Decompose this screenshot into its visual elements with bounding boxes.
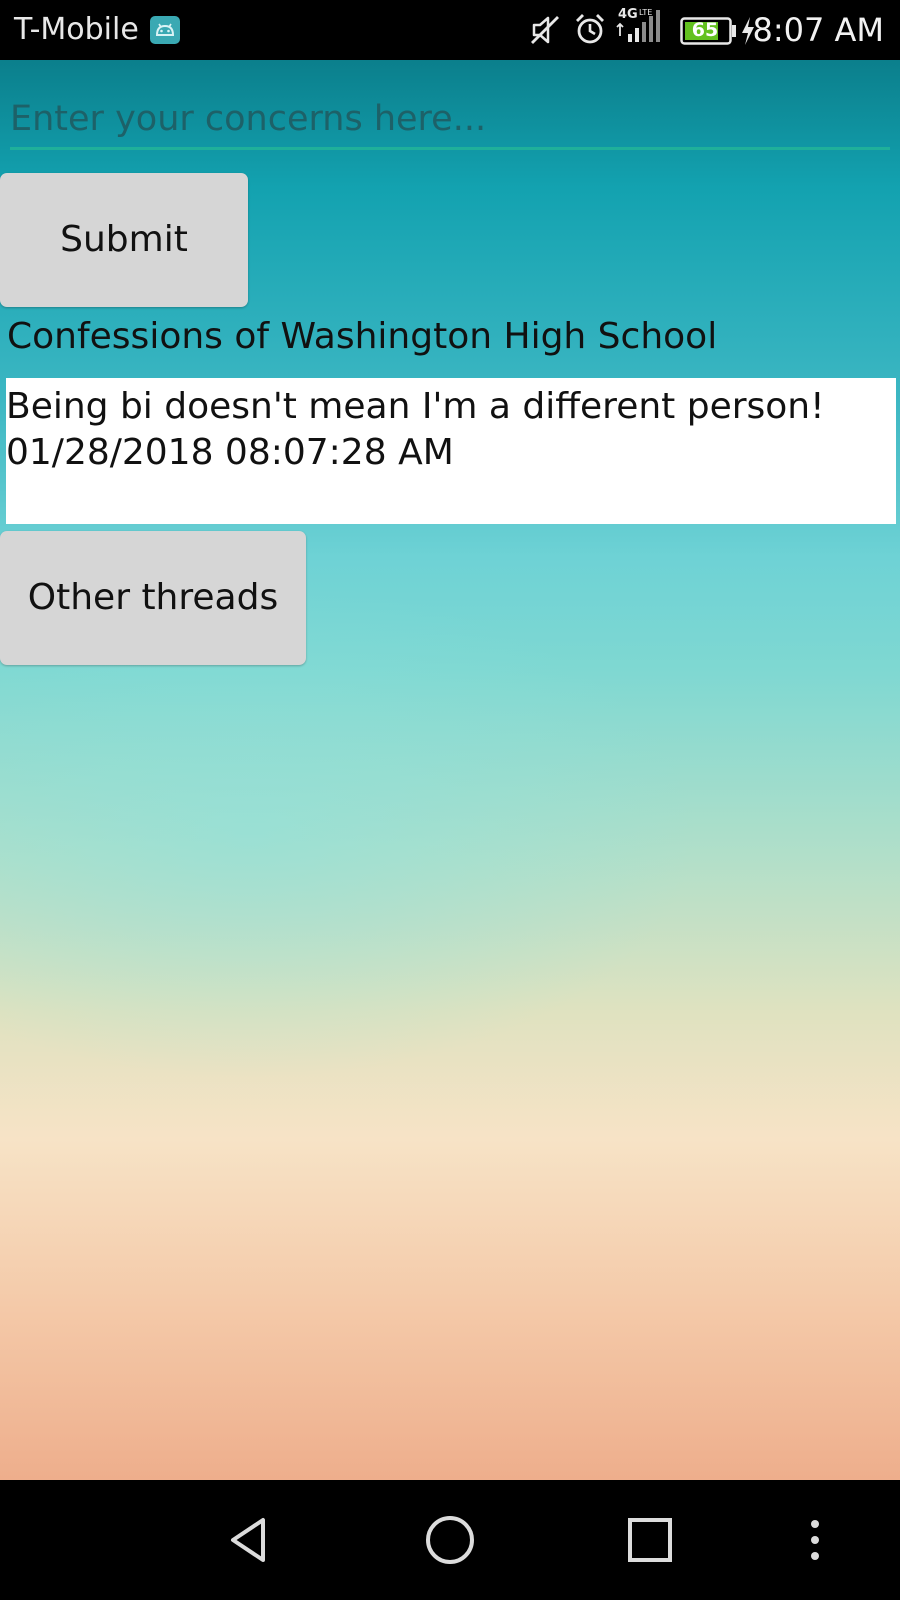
status-bar: T-Mobile 4G LTE 65 8:07 AM xyxy=(0,0,900,60)
submit-button[interactable]: Submit xyxy=(0,173,248,307)
back-icon[interactable] xyxy=(220,1510,280,1570)
menu-icon[interactable] xyxy=(795,1510,835,1570)
thread-title: Confessions of Washington High School xyxy=(7,316,718,357)
app-content: Submit Confessions of Washington High Sc… xyxy=(0,60,900,1480)
svg-text:4G: 4G xyxy=(618,7,638,22)
android-notification-icon xyxy=(150,16,180,44)
other-threads-button[interactable]: Other threads xyxy=(0,531,306,665)
mute-icon xyxy=(528,13,562,51)
svg-text:LTE: LTE xyxy=(639,8,652,17)
battery-icon: 65 xyxy=(680,17,738,45)
recents-icon[interactable] xyxy=(620,1510,680,1570)
status-icons: 4G LTE 65 8:07 AM xyxy=(500,0,900,60)
clock: 8:07 AM xyxy=(752,11,884,49)
carrier-name: T-Mobile xyxy=(14,12,139,47)
home-icon[interactable] xyxy=(420,1510,480,1570)
alarm-icon xyxy=(573,12,607,50)
post-timestamp: 01/28/2018 08:07:28 AM xyxy=(6,432,454,473)
concern-input[interactable] xyxy=(10,90,890,150)
battery-level: 65 xyxy=(691,19,719,41)
signal-icon: 4G LTE xyxy=(614,6,664,50)
list-item: Being bi doesn't mean I'm a different pe… xyxy=(6,384,896,476)
post-list: Being bi doesn't mean I'm a different pe… xyxy=(6,378,896,524)
post-text: Being bi doesn't mean I'm a different pe… xyxy=(6,386,825,427)
screen: T-Mobile 4G LTE 65 8:07 AM Enter your co… xyxy=(0,0,900,1600)
navigation-bar xyxy=(0,1480,900,1600)
